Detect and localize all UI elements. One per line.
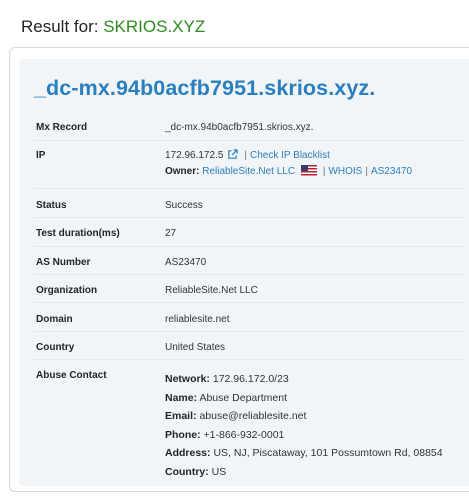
result-domain: SKRIOS.XYZ [103,17,206,36]
address-label: Address: [165,447,211,459]
abuse-address-line: Address: US, NJ, Piscataway, 101 Possumt… [165,444,443,463]
ip-value: 172.96.172.5 [165,150,224,161]
abuse-contact-block: Network: 172.96.172.0/23 Name: Abuse Dep… [165,370,443,481]
country-label: Country [36,342,75,353]
country-value: United States [165,342,226,353]
divider [34,274,464,275]
network-label: Network: [165,373,210,385]
check-ip-blacklist-link[interactable]: Check IP Blacklist [250,150,330,161]
mx-record-value: _dc-mx.94b0acfb7951.skrios.xyz. [165,122,314,133]
abuse-country-line: Country: US [165,463,443,482]
abuse-email-line: Email: abuse@reliablesite.net [165,407,443,426]
hostname-title: _dc-mx.94b0acfb7951.skrios.xyz. [34,76,376,100]
abuse-network-line: Network: 172.96.172.0/23 [165,370,443,389]
divider [34,246,464,247]
name-value: Abuse Department [199,391,288,404]
organization-label: Organization [36,285,98,296]
ip-value-line: 172.96.172.5 | Check IP Blacklist [165,149,330,163]
domain-label: Domain [36,314,73,325]
whois-link[interactable]: WHOIS [328,166,362,177]
phone-value: +1-866-932-0001 [203,428,285,441]
email-label: Email: [165,410,197,422]
external-link-icon[interactable] [227,149,239,163]
email-value: abuse@reliablesite.net [199,410,307,422]
test-duration-value: 27 [165,228,177,239]
domain-value: reliablesite.net [165,314,230,325]
divider [34,331,464,332]
country-label-abuse: Country: [165,465,209,478]
status-value: Success [165,200,203,211]
us-flag-icon [300,165,317,179]
organization-value: ReliableSite.Net LLC [165,285,258,296]
phone-label: Phone: [165,428,201,441]
test-duration-label: Test duration(ms) [36,228,120,239]
country-value-abuse: US [211,465,227,478]
abuse-contact-label: Abuse Contact [36,370,107,381]
result-prefix: Result for: [21,17,99,36]
owner-link[interactable]: ReliableSite.Net LLC [202,166,295,177]
name-label: Name: [165,391,198,404]
owner-label: Owner: [165,166,200,177]
abuse-phone-line: Phone: +1-866-932-0001 [165,426,443,445]
as-link[interactable]: AS23470 [371,166,412,177]
divider [34,359,464,360]
status-label: Status [36,200,67,211]
ip-label: IP [36,150,46,161]
as-number-label: AS Number [36,257,91,268]
address-value: US, NJ, Piscataway, 101 Possumtown Rd, 0… [213,447,443,459]
result-heading: Result for: SKRIOS.XYZ [21,17,205,37]
ip-owner-line: Owner: ReliableSite.Net LLC | WHOIS | AS234… [165,165,413,179]
divider [34,140,464,141]
network-value: 172.96.172.0/23 [212,373,289,385]
abuse-name-line: Name: Abuse Department [165,389,443,408]
divider [34,302,464,303]
as-number-value: AS23470 [165,257,207,268]
divider [34,217,464,218]
divider [34,188,464,189]
mx-record-label: Mx Record [36,122,88,133]
